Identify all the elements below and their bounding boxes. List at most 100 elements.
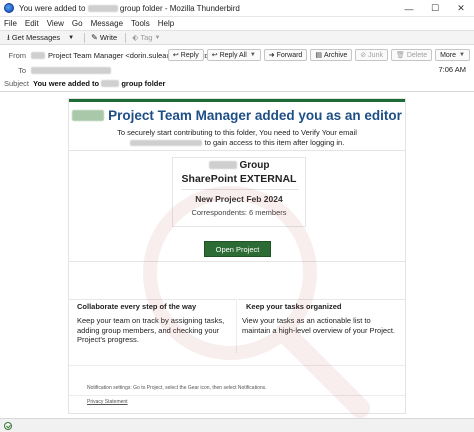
group-name: Group <box>173 160 305 171</box>
sharepoint-external-label: SharePoint EXTERNAL <box>181 173 297 185</box>
intro-line-2: to gain access to this item after loggin… <box>204 137 345 147</box>
menu-file[interactable]: File <box>4 19 17 28</box>
reply-all-icon: ↩ <box>211 52 218 59</box>
junk-label: Junk <box>368 51 383 59</box>
menubar: File Edit View Go Message Tools Help <box>0 17 474 30</box>
project-info-box: Group SharePoint EXTERNAL New Project Fe… <box>172 157 306 227</box>
redacted-company-name <box>72 110 105 121</box>
feature-organize: Keep your tasks organized View your task… <box>238 299 406 353</box>
redacted-group-name <box>208 161 237 170</box>
subject-suffix: group folder <box>121 78 166 88</box>
message-actions: ↩ Reply ↩ Reply All ▼ ➜ Forward ▤ Archive ⊘ Ju… <box>165 49 470 61</box>
group-suffix: Group <box>239 160 270 171</box>
headline-text: Project Team Manager added you as an edi… <box>108 108 402 123</box>
reply-all-button[interactable]: ↩ Reply All ▼ <box>206 49 261 61</box>
close-button[interactable]: ✕ <box>448 0 474 17</box>
chevron-down-icon: ▼ <box>249 52 256 58</box>
menu-edit[interactable]: Edit <box>25 19 39 28</box>
reply-all-label: Reply All <box>219 51 247 59</box>
thunderbird-logo-icon <box>4 3 14 13</box>
chevron-down-icon: ▼ <box>459 52 465 58</box>
feature-collaborate-title: Collaborate every step of the way <box>69 299 236 311</box>
maximize-button[interactable]: ☐ <box>422 0 448 17</box>
redacted-sender-avatar <box>31 51 45 59</box>
correspondents-count: Correspondents: 6 members <box>191 208 287 217</box>
main-toolbar: ⭳ Get Messages ▼ ✎ Write ⬖ Tag ▼ <box>0 30 474 45</box>
window-title: You were added to group folder - Mozilla… <box>19 4 240 13</box>
feature-columns: Collaborate every step of the way Keep y… <box>69 299 406 353</box>
email-card: Project Team Manager added you as an edi… <box>68 98 406 414</box>
to-label: To <box>18 65 26 75</box>
archive-button[interactable]: ▤ Archive <box>310 49 353 61</box>
notification-settings-note: Notification settings: Go to Project, se… <box>87 385 267 391</box>
subject-value: You were added to group folder <box>33 79 165 88</box>
message-time: 7:06 AM <box>438 65 466 74</box>
write-button[interactable]: ✎ Write <box>88 32 120 44</box>
menu-message[interactable]: Message <box>91 19 123 28</box>
intro-line-2-row: to gain access to this item after loggin… <box>69 138 405 148</box>
from-label: From <box>8 50 27 60</box>
subject-label: Subject <box>4 78 30 88</box>
get-messages-label: Get Messages <box>11 33 61 42</box>
junk-button[interactable]: ⊘ Junk <box>355 49 388 61</box>
divider <box>181 189 299 190</box>
pencil-icon: ✎ <box>91 32 98 42</box>
subject-prefix: You were added to <box>33 78 100 88</box>
email-accent-bar <box>69 99 405 102</box>
window-title-suffix: group folder - Mozilla Thunderbird <box>119 3 240 13</box>
message-header: From Project Team Manager <dorin.sulea@v… <box>0 45 474 92</box>
forward-button[interactable]: ➜ Forward <box>263 49 308 61</box>
more-button[interactable]: More ▼ <box>435 49 470 61</box>
archive-icon: ▤ <box>315 52 322 59</box>
menu-tools[interactable]: Tools <box>131 19 150 28</box>
message-body: Project Team Manager added you as an edi… <box>0 93 474 418</box>
window-controls: — ☐ ✕ <box>396 0 474 17</box>
reply-label: Reply <box>180 51 199 59</box>
forward-label: Forward <box>276 51 303 59</box>
feature-organize-body: View your tasks as an actionable list to… <box>242 316 395 335</box>
chevron-down-icon: ▼ <box>68 34 75 41</box>
status-bar <box>0 418 474 432</box>
window-title-prefix: You were added to <box>19 3 86 13</box>
download-icon: ⭳ <box>7 32 10 42</box>
reply-button[interactable]: ↩ Reply <box>167 49 204 61</box>
subject-row: Subject You were added to group folder <box>0 77 165 89</box>
footer-divider <box>69 365 405 366</box>
minimize-button[interactable]: — <box>396 0 422 17</box>
window-titlebar: You were added to group folder - Mozilla… <box>0 0 474 17</box>
toolbar-separator <box>84 32 86 43</box>
delete-button[interactable]: 🗑 Delete <box>390 49 433 61</box>
email-headline: Project Team Manager added you as an edi… <box>69 108 405 123</box>
feature-organize-title: Keep your tasks organized <box>238 299 406 311</box>
chevron-down-icon: ▼ <box>154 34 161 41</box>
redacted-group-name <box>87 4 118 12</box>
project-name: New Project Feb 2024 <box>195 194 283 204</box>
write-label: Write <box>99 33 118 42</box>
forward-icon: ➜ <box>268 52 275 59</box>
more-label: More <box>440 51 457 59</box>
redacted-recipient <box>31 66 111 74</box>
privacy-statement-link[interactable]: Privacy Statement <box>87 399 128 405</box>
toolbar-separator <box>125 32 127 43</box>
tag-label: Tag <box>140 33 153 42</box>
connection-status-icon <box>4 421 12 430</box>
archive-label: Archive <box>323 51 348 59</box>
open-project-button[interactable]: Open Project <box>204 241 271 257</box>
reply-icon: ↩ <box>172 52 179 59</box>
delete-label: Delete <box>406 51 428 59</box>
get-messages-dropdown[interactable]: ▼ <box>65 32 79 44</box>
junk-icon: ⊘ <box>360 52 367 59</box>
footer-divider <box>69 395 405 396</box>
tag-button[interactable]: ⬖ Tag ▼ <box>129 32 165 44</box>
get-messages-button[interactable]: ⭳ Get Messages <box>4 32 63 44</box>
redacted-email-address <box>129 139 202 146</box>
menu-view[interactable]: View <box>47 19 64 28</box>
trash-icon: 🗑 <box>395 52 405 59</box>
to-row: To <box>0 64 111 76</box>
email-intro: To securely start contributing to this f… <box>69 128 405 147</box>
intro-line-1: To securely start contributing to this f… <box>117 128 357 137</box>
menu-help[interactable]: Help <box>158 19 174 28</box>
feature-collaborate: Collaborate every step of the way Keep y… <box>69 299 237 353</box>
redacted-group-name <box>101 80 120 88</box>
menu-go[interactable]: Go <box>72 19 83 28</box>
